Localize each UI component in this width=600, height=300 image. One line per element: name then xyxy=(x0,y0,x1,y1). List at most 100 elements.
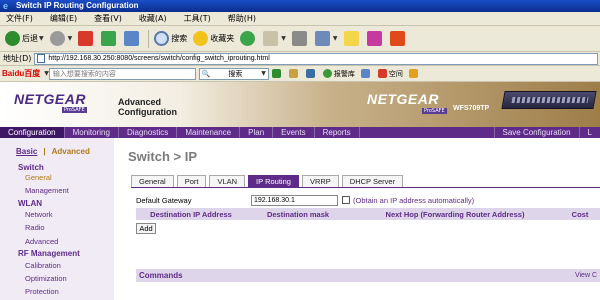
search-icon xyxy=(154,31,170,46)
alarm-button[interactable]: 报警库 xyxy=(322,69,355,79)
default-gateway-label: Default Gateway xyxy=(136,195,192,205)
sidebar-item-general[interactable]: General xyxy=(25,173,52,182)
netgear-logo: NETGEAR xyxy=(14,91,86,107)
page-icon xyxy=(37,54,46,63)
obtain-automatically-label: (Obtain an IP address automatically) xyxy=(353,195,475,205)
tab-port[interactable]: Port xyxy=(176,175,207,187)
ie-icon: e xyxy=(3,1,9,11)
sidebar-group-wlan: WLAN xyxy=(18,199,42,208)
space-button[interactable]: 空间 xyxy=(377,69,403,79)
netgear-header: NETGEAR ProSAFE Advanced Configuration N… xyxy=(0,82,600,127)
sidebar-item-protection[interactable]: Protection xyxy=(25,287,59,296)
search-button[interactable]: 搜索 xyxy=(152,28,189,50)
print-button[interactable] xyxy=(290,28,311,50)
web-page: NETGEAR ProSAFE Advanced Configuration N… xyxy=(0,82,600,300)
col-cost: Cost xyxy=(571,209,589,219)
nav-configuration[interactable]: Configuration xyxy=(0,127,65,138)
col-destination-mask: Destination mask xyxy=(266,209,330,219)
tab-dhcp-server[interactable]: DHCP Server xyxy=(341,175,404,187)
history-button[interactable] xyxy=(238,28,259,50)
favorites-label: 收藏夹 xyxy=(210,34,235,43)
menu-bar: 文件(F) 编辑(E) 查看(V) 收藏(A) 工具(T) 帮助(H) xyxy=(0,12,600,26)
mail-icon xyxy=(263,31,279,46)
toolbar-divider xyxy=(148,29,150,48)
tab-vlan[interactable]: VLAN xyxy=(209,175,246,187)
stop-icon xyxy=(78,31,94,46)
home-icon xyxy=(124,31,140,46)
sidebar-item-network[interactable]: Network xyxy=(25,210,53,219)
tab-ip-routing[interactable]: IP Routing xyxy=(248,175,299,187)
nav-plan[interactable]: Plan xyxy=(240,127,274,138)
sidebar-item-advanced[interactable]: Advanced xyxy=(25,237,58,246)
route-table-header: Destination IP Address Destination mask … xyxy=(136,208,600,220)
baidu-search-select[interactable]: 🔍 搜索 ▼ xyxy=(198,67,269,80)
baidu-logo[interactable]: Baidu百度 xyxy=(2,68,40,79)
tab-vrrp[interactable]: VRRP xyxy=(301,175,339,187)
switch-device-image xyxy=(501,91,597,109)
nav-events[interactable]: Events xyxy=(273,127,315,138)
music-button[interactable] xyxy=(271,69,283,78)
logout-button[interactable]: L xyxy=(578,127,600,138)
window-titlebar: e Switch IP Routing Configuration xyxy=(0,0,600,12)
mode-advanced-link[interactable]: Advanced xyxy=(52,147,90,156)
news-button[interactable] xyxy=(360,69,372,78)
tab-bar: General Port VLAN IP Routing VRRP DHCP S… xyxy=(131,175,406,187)
home-button[interactable] xyxy=(122,28,143,50)
chevron-down-icon: ▼ xyxy=(281,35,286,42)
menu-edit[interactable]: 编辑(E) xyxy=(50,13,77,24)
sidebar-item-radio[interactable]: Radio xyxy=(25,223,45,232)
nav-reports[interactable]: Reports xyxy=(315,127,360,138)
menu-tools[interactable]: 工具(T) xyxy=(184,13,211,24)
back-label: 后退 xyxy=(22,34,38,43)
video-button[interactable] xyxy=(305,69,317,78)
sidebar-item-calibration[interactable]: Calibration xyxy=(25,261,61,270)
baidu-search-input[interactable]: 输入想要搜索的内容 xyxy=(48,67,196,80)
video-icon xyxy=(305,69,315,78)
back-button[interactable]: 后退 ▼ xyxy=(3,28,46,50)
sidebar-item-optimization[interactable]: Optimization xyxy=(25,274,67,283)
refresh-button[interactable] xyxy=(99,28,120,50)
discuss-icon xyxy=(343,31,359,46)
menu-view[interactable]: 查看(V) xyxy=(94,13,122,24)
forward-button[interactable]: ▼ xyxy=(48,28,75,50)
forward-arrow-icon xyxy=(49,31,65,46)
space-label: 空间 xyxy=(388,69,403,78)
sidebar-group-switch: Switch xyxy=(18,163,44,172)
sidebar-group-rf-management: RF Management xyxy=(18,249,80,258)
mail-button[interactable]: ▼ xyxy=(261,28,288,50)
view-commands-link[interactable]: View C xyxy=(575,272,597,279)
nav-diagnostics[interactable]: Diagnostics xyxy=(119,127,178,138)
save-configuration-button[interactable]: Save Configuration xyxy=(493,127,579,138)
mode-basic-link[interactable]: Basic xyxy=(16,147,37,156)
chevron-down-icon: ▼ xyxy=(39,35,44,42)
baidu-toolbar: Baidu百度 ▼ 输入想要搜索的内容 🔍 搜索 ▼ 报警库 空间 xyxy=(0,66,600,82)
add-route-button[interactable]: Add xyxy=(136,223,156,234)
default-gateway-input[interactable] xyxy=(251,194,338,206)
nav-monitoring[interactable]: Monitoring xyxy=(65,127,119,138)
tab-general[interactable]: General xyxy=(131,175,174,187)
download-icon xyxy=(389,31,405,46)
menu-file[interactable]: 文件(F) xyxy=(6,13,33,24)
default-gateway-row: Default Gateway (Obtain an IP address au… xyxy=(136,194,600,206)
edit-button[interactable]: ▼ xyxy=(313,28,340,50)
image-button[interactable] xyxy=(288,69,300,78)
extra-button[interactable] xyxy=(408,69,420,78)
menu-favorites[interactable]: 收藏(A) xyxy=(139,13,167,24)
obtain-automatically-checkbox[interactable] xyxy=(342,196,350,204)
discuss-button[interactable] xyxy=(342,28,363,50)
stop-button[interactable] xyxy=(76,28,97,50)
favorites-button[interactable]: 收藏夹 xyxy=(191,28,236,50)
nav-maintenance[interactable]: Maintenance xyxy=(177,127,241,138)
messenger-button[interactable] xyxy=(365,28,386,50)
download-button[interactable] xyxy=(388,28,409,50)
menu-help[interactable]: 帮助(H) xyxy=(228,13,256,24)
address-input[interactable]: http://192.168.30.250:8080/screens/switc… xyxy=(34,52,598,65)
browser-toolbar: 后退 ▼ ▼ 搜索 收藏夹 ▼ ▼ xyxy=(0,26,600,52)
print-icon xyxy=(291,31,307,46)
extra-icon xyxy=(408,69,418,78)
col-next-hop: Next Hop (Forwarding Router Address) xyxy=(385,209,525,219)
alarm-icon xyxy=(322,69,332,78)
sidebar-item-management[interactable]: Management xyxy=(25,186,69,195)
image-icon xyxy=(288,69,298,78)
messenger-icon xyxy=(366,31,382,46)
